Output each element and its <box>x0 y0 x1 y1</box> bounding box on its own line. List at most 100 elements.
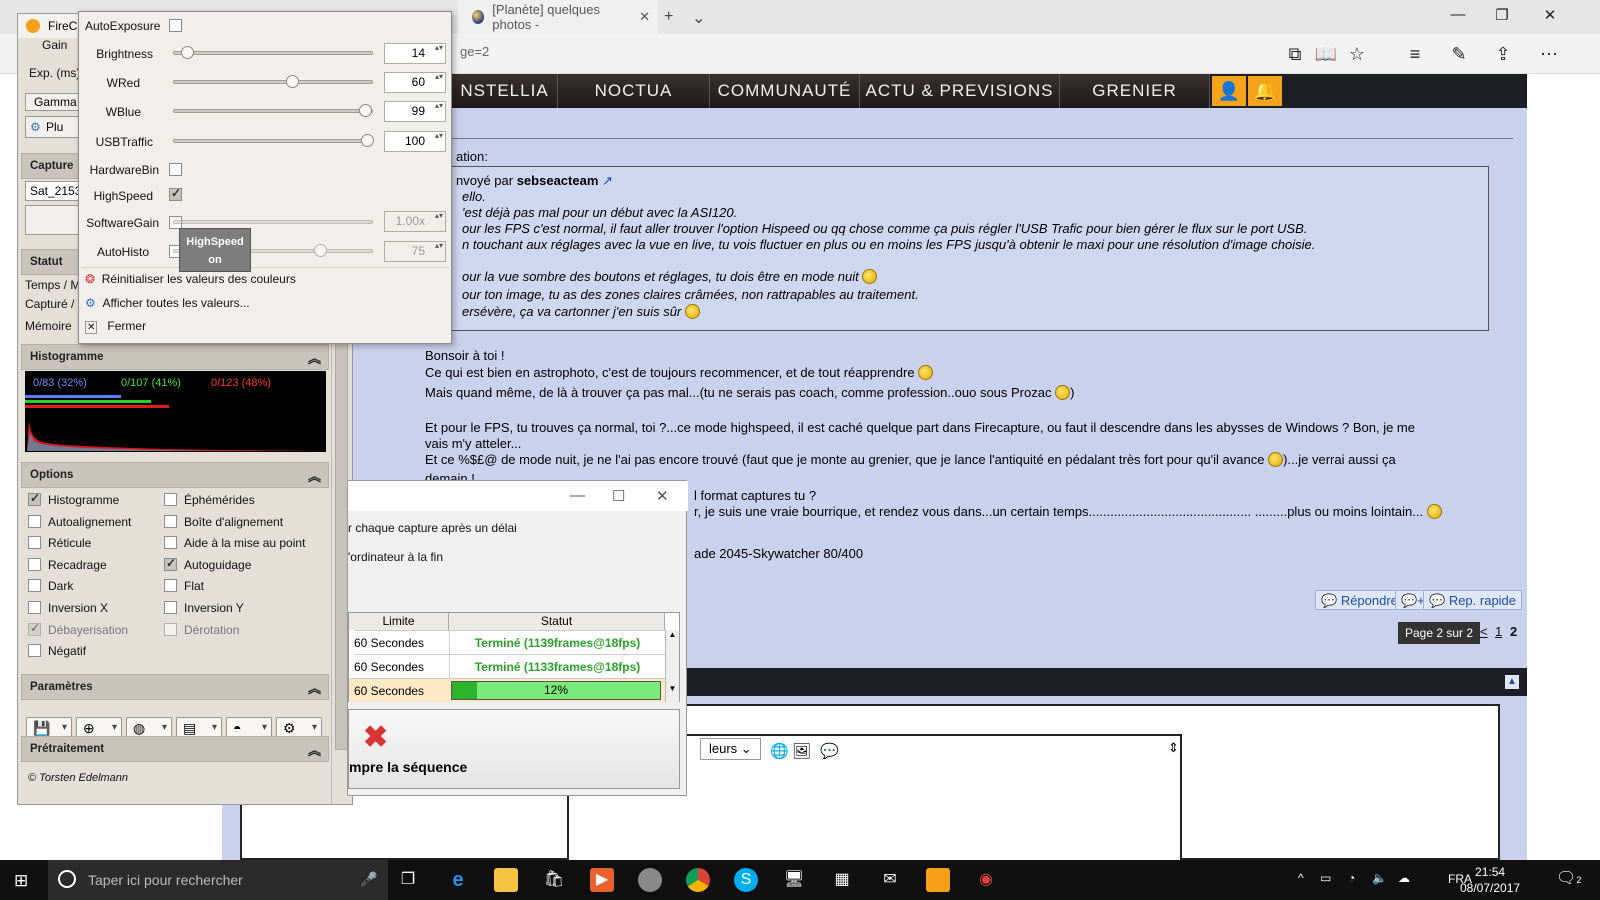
option-dark[interactable]: Dark <box>28 579 73 597</box>
wblue-spinbox[interactable]: 99 <box>384 101 446 122</box>
notifications-icon[interactable]: 🗨2 <box>1556 868 1581 888</box>
taskbar-search[interactable]: Taper ici pour rechercher 🎤 <box>48 860 388 900</box>
column-header-limit[interactable]: Limite <box>349 613 449 630</box>
hub-icon[interactable]: ≡ <box>1402 42 1428 66</box>
quote-sender-name[interactable]: sebseacteam <box>517 173 599 188</box>
options-section-header[interactable]: Options ︽ <box>21 462 329 488</box>
table-scrollbar[interactable]: ▲ ▼ <box>665 630 679 702</box>
user-icon[interactable]: 👤 <box>1212 76 1246 106</box>
option-checkbox[interactable] <box>28 536 41 550</box>
nav-grenier[interactable]: GRENIER <box>1060 74 1210 108</box>
nav-noctua[interactable]: NOCTUA <box>558 74 710 108</box>
minimize-icon[interactable]: — <box>570 487 585 504</box>
system-clock[interactable]: 21:54 08/07/2017 <box>1460 864 1520 896</box>
pretraitement-section-header[interactable]: Prétraitement ︽ <box>21 736 329 762</box>
store-icon[interactable]: 🛍 <box>542 868 566 892</box>
collapse-chevron-icon[interactable]: ︽ <box>308 466 321 485</box>
wblue-slider-knob[interactable] <box>359 104 372 117</box>
option-checkbox[interactable] <box>164 514 177 528</box>
extensions-icon[interactable]: ⧉ <box>1282 42 1308 66</box>
insert-quote-icon[interactable]: 💬 <box>820 742 839 760</box>
wred-slider[interactable] <box>173 75 373 88</box>
mail-icon[interactable]: ✉ <box>878 868 902 892</box>
histogram-section-header[interactable]: Histogramme ︽ <box>21 344 329 370</box>
pager-page-1-link[interactable]: 1 <box>1495 624 1502 639</box>
wred-spinbox[interactable]: 60 <box>384 72 446 93</box>
microphone-icon[interactable]: 🎤 <box>360 871 377 888</box>
close-window-icon[interactable]: ✕ <box>1530 6 1570 24</box>
notifications-bell-icon[interactable]: 🔔 <box>1248 76 1282 106</box>
edge-browser-icon[interactable]: e <box>446 868 470 892</box>
maximize-icon[interactable]: ❐ <box>1482 6 1522 24</box>
option-checkbox[interactable] <box>28 557 41 571</box>
insert-link-icon[interactable]: 🌐 <box>770 742 789 760</box>
option-négatif[interactable]: Négatif <box>28 644 86 662</box>
tray-chevron-icon[interactable]: ^ <box>1298 871 1304 885</box>
close-menu-item[interactable]: ✕ Fermer <box>85 319 146 334</box>
option-flat[interactable]: Flat <box>164 579 204 597</box>
collapse-chevron-icon[interactable]: ︽ <box>308 678 321 697</box>
option-checkbox[interactable] <box>28 514 41 528</box>
nav-constellia[interactable]: NSTELLIA <box>452 74 558 108</box>
tab-planete[interactable]: [Planète] quelques photos - ✕ <box>458 0 658 34</box>
network-app-icon[interactable]: 🖥 <box>782 868 806 892</box>
close-icon[interactable]: ✕ <box>656 487 669 505</box>
option-histogramme[interactable]: Histogramme <box>28 491 119 511</box>
option-checkbox[interactable] <box>28 491 41 506</box>
collapse-chevron-icon[interactable]: ︽ <box>308 348 321 367</box>
minimize-icon[interactable]: — <box>1438 6 1478 23</box>
option-checkbox[interactable] <box>164 579 177 593</box>
brightness-slider-knob[interactable] <box>181 46 194 59</box>
brightness-spinbox[interactable]: 14 <box>384 43 446 64</box>
hardwarebin-checkbox[interactable] <box>169 163 182 176</box>
parametres-section-header[interactable]: Paramètres ︽ <box>21 674 329 700</box>
option-inversion-x[interactable]: Inversion X <box>28 601 108 619</box>
option-checkbox[interactable] <box>164 601 177 614</box>
option-réticule[interactable]: Réticule <box>28 536 91 554</box>
resize-icon[interactable]: ⇕ <box>1168 740 1179 756</box>
calculator-icon[interactable]: ▦ <box>830 868 854 892</box>
favorite-star-icon[interactable]: ☆ <box>1344 42 1370 66</box>
web-note-icon[interactable]: ✎ <box>1446 42 1472 66</box>
option-checkbox[interactable] <box>164 622 177 636</box>
share-icon[interactable]: ⇪ <box>1490 42 1516 66</box>
file-explorer-icon[interactable] <box>494 868 518 892</box>
usbtraffic-spinbox[interactable]: 100 <box>384 131 446 152</box>
option-checkbox[interactable] <box>28 621 41 636</box>
onedrive-icon[interactable]: ☁ <box>1398 871 1410 885</box>
app-red-icon[interactable]: ◉ <box>974 868 998 892</box>
gamma-button[interactable]: Gamma <box>25 93 85 111</box>
option-checkbox[interactable] <box>28 644 41 658</box>
reply-button[interactable]: 💬 Répondre <box>1315 590 1404 610</box>
option-checkbox[interactable] <box>164 536 177 550</box>
collapse-icon[interactable]: ▲ <box>1505 675 1519 689</box>
option-recadrage[interactable]: Recadrage <box>28 557 107 576</box>
option-checkbox[interactable] <box>28 579 41 593</box>
option-checkbox[interactable] <box>28 601 41 614</box>
view-post-icon[interactable]: ↗ <box>602 173 613 188</box>
option-autoalignement[interactable]: Autoalignement <box>28 514 131 533</box>
brightness-slider[interactable] <box>173 46 373 59</box>
wblue-slider[interactable] <box>173 104 373 117</box>
volume-icon[interactable]: 🔈 <box>1372 871 1387 885</box>
column-header-status[interactable]: Statut <box>449 613 665 630</box>
new-tab-icon[interactable]: + <box>664 8 673 26</box>
option-checkbox[interactable] <box>164 556 177 571</box>
maximize-icon[interactable]: ☐ <box>612 487 625 505</box>
usbtraffic-slider[interactable] <box>173 134 374 147</box>
start-windows-icon[interactable]: ⊞ <box>14 871 28 891</box>
autoexposure-checkbox[interactable] <box>169 19 182 32</box>
nav-communaute[interactable]: COMMUNAUTÉ <box>710 74 860 108</box>
address-bar[interactable]: ge=2 <box>460 44 489 59</box>
app-circle-icon[interactable] <box>638 868 662 892</box>
firecapture-taskbar-icon[interactable] <box>926 868 950 892</box>
insert-image-icon[interactable]: 🖼 <box>792 742 811 760</box>
media-player-icon[interactable]: ▶ <box>590 868 614 892</box>
option-boîte-d-alignement[interactable]: Boîte d'alignement <box>164 514 283 533</box>
more-icon[interactable]: ⋯ <box>1536 42 1562 66</box>
wred-slider-knob[interactable] <box>286 75 299 88</box>
show-all-values-menu-item[interactable]: ⚙ Afficher toutes les valeurs... <box>85 296 250 310</box>
stop-sequence-button[interactable]: ✖ mpre la séquence <box>348 709 680 789</box>
tab-list-chevron-icon[interactable]: ⌄ <box>692 8 705 28</box>
highspeed-checkbox[interactable] <box>169 186 182 201</box>
